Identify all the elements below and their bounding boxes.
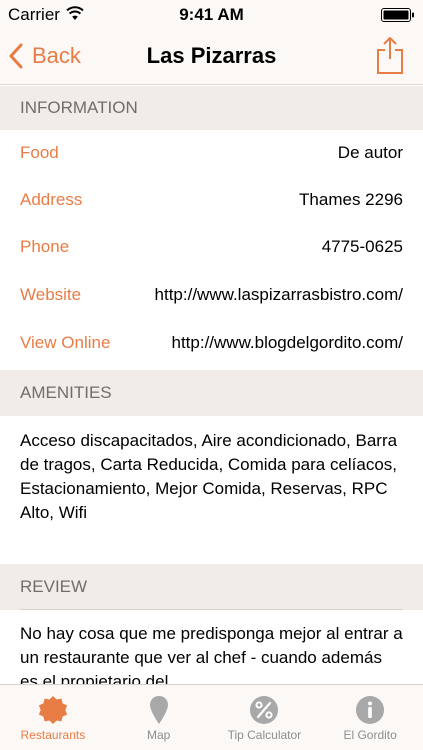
review-divider xyxy=(20,609,403,610)
review-text: No hay cosa que me predisponga mejor al … xyxy=(20,624,403,684)
website-label: Website xyxy=(20,284,82,304)
website-link[interactable]: http://www.laspizarrasbistro.com/ xyxy=(89,285,403,305)
back-button[interactable]: Back xyxy=(8,40,81,72)
restaurant-icon xyxy=(38,696,67,724)
battery-icon xyxy=(381,8,414,22)
status-time: 9:41 AM xyxy=(179,5,244,24)
info-icon xyxy=(356,696,385,724)
status-bar: Carrier 9:41 AM xyxy=(0,0,423,30)
website-row[interactable]: Website http://www.laspizarrasbistro.com… xyxy=(0,271,423,318)
tab-restaurants[interactable]: Restaurants xyxy=(0,685,106,750)
amenities-section-header: AMENITIES xyxy=(0,370,423,416)
navigation-bar: Back Las Pizarras xyxy=(0,30,423,85)
phone-label: Phone xyxy=(20,236,70,256)
food-value: De autor xyxy=(337,142,403,162)
food-label: Food xyxy=(20,142,59,162)
food-row: Food De autor xyxy=(0,129,423,176)
tab-bar: Restaurants Map Tip Calculator El Gordit… xyxy=(0,684,423,750)
map-pin-icon xyxy=(149,696,168,724)
view-online-label: View Online xyxy=(20,332,111,352)
percent-icon xyxy=(250,696,279,724)
review-section-header: REVIEW xyxy=(0,564,423,610)
tab-restaurants-label: Restaurants xyxy=(20,728,86,742)
page-title: Las Pizarras xyxy=(146,43,277,68)
share-icon[interactable] xyxy=(375,35,405,75)
address-value[interactable]: Thames 2296 xyxy=(90,190,403,210)
amenities-text: Acceso discapacitados, Aire acondicionad… xyxy=(20,431,398,522)
address-label: Address xyxy=(20,189,83,209)
tab-map[interactable]: Map xyxy=(106,685,212,750)
information-section-header: INFORMATION xyxy=(0,86,423,130)
phone-value[interactable]: 4775-0625 xyxy=(77,237,403,257)
view-online-row[interactable]: View Online http://www.blogdelgordito.co… xyxy=(0,319,423,366)
address-row[interactable]: Address Thames 2296 xyxy=(0,176,423,223)
tab-el-gordito-label: El Gordito xyxy=(343,728,397,742)
view-online-link[interactable]: http://www.blogdelgordito.com/ xyxy=(118,333,403,353)
back-label: Back xyxy=(32,43,81,68)
chevron-left-icon xyxy=(9,43,23,69)
phone-row[interactable]: Phone 4775-0625 xyxy=(0,223,423,270)
tab-tip-calculator[interactable]: Tip Calculator xyxy=(212,685,318,750)
tab-map-label: Map xyxy=(146,728,171,742)
tab-tip-calculator-label: Tip Calculator xyxy=(227,728,302,742)
tab-el-gordito[interactable]: El Gordito xyxy=(317,685,423,750)
